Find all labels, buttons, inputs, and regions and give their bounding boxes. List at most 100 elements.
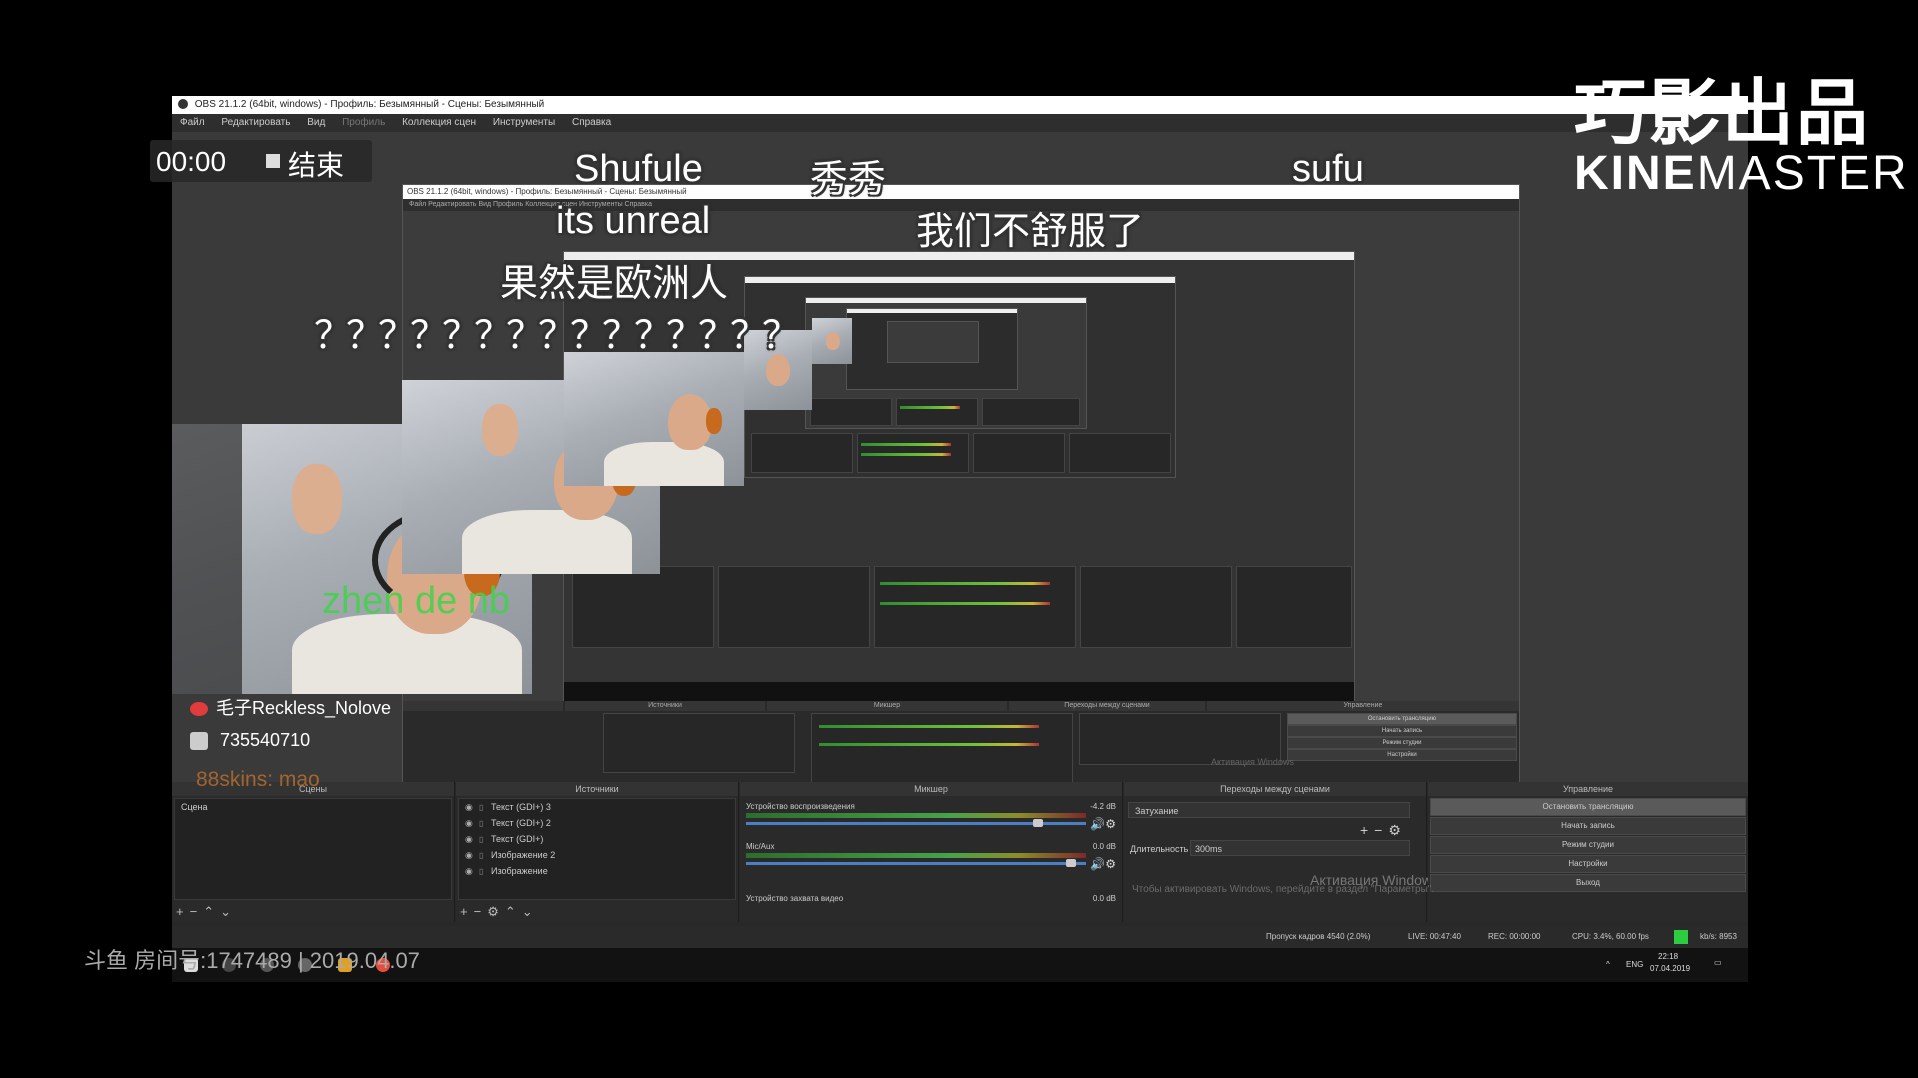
source-label: Изображение: [491, 866, 548, 876]
tray-chevron-icon[interactable]: ^: [1606, 960, 1610, 969]
transitions-dock: Переходы между сценами Затухание +−⚙ Дли…: [1124, 782, 1439, 922]
room-info: 斗鱼 房间号:1747489 | 2019.04.07: [84, 948, 420, 973]
mixer-track: Устройство захвата видео 0.0 dB: [746, 894, 1116, 908]
sources-dock: Источники ◉ ▯ Текст (GDI+) 3 ◉ ▯ Текст (GDI+…: [456, 782, 739, 922]
eye-icon[interactable]: ◉: [465, 831, 475, 847]
menu-view[interactable]: Вид: [307, 117, 325, 128]
controls-dock: Управление Остановить трансляцию Начать …: [1132, 782, 1748, 922]
end-recording-button[interactable]: 结束: [288, 144, 344, 184]
danmaku-comment: 果然是欧洲人: [500, 263, 729, 305]
duration-input[interactable]: 300ms: [1190, 840, 1410, 856]
menu-scene-collection[interactable]: Коллекция сцен: [402, 117, 476, 128]
watermark-brand-cn: 巧影出品: [1574, 74, 1871, 154]
source-label: Текст (GDI+) 2: [491, 818, 551, 828]
transition-toolbar[interactable]: +−⚙: [1360, 822, 1407, 839]
cpu-usage: CPU: 3.4%, 60.00 fps: [1572, 932, 1649, 941]
tray-date: 07.04.2019: [1650, 964, 1691, 973]
source-label: Изображение 2: [491, 850, 556, 860]
gear-icon[interactable]: ⚙: [487, 904, 505, 919]
recording-time: 00:00: [156, 146, 227, 177]
eye-icon[interactable]: ◉: [465, 815, 475, 831]
menu-profile[interactable]: Профиль: [342, 117, 385, 128]
mixer-dock: Микшер Устройство воспроизведения -4.2 d…: [740, 782, 1123, 922]
source-item[interactable]: ◉ ▯ Изображение: [459, 863, 735, 879]
lock-icon[interactable]: ▯: [479, 848, 487, 864]
danmaku-comment: ？？？？？？？？？？？？？？？: [314, 315, 800, 357]
eye-icon[interactable]: ◉: [465, 863, 475, 879]
chat-overlay-text: zhen de nb: [322, 580, 511, 622]
start-recording-button[interactable]: Начать запись: [1430, 817, 1746, 835]
scenes-dock: Сцены Сцена +−⌃⌄: [172, 782, 455, 922]
eye-icon[interactable]: ◉: [465, 799, 475, 815]
menu-bar: Файл Редактировать Вид Профиль Коллекция…: [172, 114, 1748, 132]
add-icon[interactable]: +: [460, 904, 474, 919]
track-db: 0.0 dB: [1092, 842, 1116, 851]
scenes-toolbar: +−⌃⌄: [176, 904, 237, 920]
webcam-image-small: [564, 352, 744, 486]
sources-toolbar: +−⚙⌃⌄: [460, 904, 539, 920]
menu-tools[interactable]: Инструменты: [493, 117, 555, 128]
rec-time: REC: 00:00:00: [1488, 932, 1541, 941]
watermark-kinemaster: KINEMASTER: [1574, 146, 1909, 201]
transitions-title: Переходы между сценами: [1124, 782, 1426, 796]
remove-icon[interactable]: −: [474, 904, 488, 919]
danmaku-comment: 秀秀: [810, 159, 887, 201]
obs-titlebar: OBS 21.1.2 (64bit, windows) - Профиль: Б…: [172, 96, 1748, 114]
stop-icon[interactable]: [266, 154, 280, 168]
exit-button[interactable]: Выход: [1430, 874, 1746, 892]
speaker-icon[interactable]: 🔊⚙: [1090, 817, 1116, 831]
volume-knob[interactable]: [1033, 819, 1043, 827]
eye-icon[interactable]: ◉: [465, 847, 475, 863]
notification-icon[interactable]: ▭: [1714, 958, 1722, 967]
source-label: Текст (GDI+): [491, 834, 544, 844]
lock-icon[interactable]: ▯: [479, 800, 487, 816]
volume-knob[interactable]: [1066, 859, 1076, 867]
danmaku-comment: 我们不舒服了: [916, 211, 1145, 253]
move-up-icon[interactable]: ⌃: [505, 904, 522, 919]
danmaku-comment: its unreal: [556, 200, 711, 242]
activation-subtitle: Чтобы активировать Windows, перейдите в …: [1132, 884, 1435, 895]
menu-edit[interactable]: Редактировать: [221, 117, 290, 128]
add-icon[interactable]: +: [176, 904, 190, 919]
source-item[interactable]: ◉ ▯ Текст (GDI+) 2: [459, 815, 735, 831]
scene-item[interactable]: Сцена: [175, 799, 451, 815]
lock-icon[interactable]: ▯: [479, 832, 487, 848]
transition-select[interactable]: Затухание: [1128, 802, 1410, 818]
lock-icon[interactable]: ▯: [479, 864, 487, 880]
studio-mode-button[interactable]: Режим студии: [1430, 836, 1746, 854]
streamer-id: 735540710: [190, 730, 310, 751]
live-time: LIVE: 00:47:40: [1408, 932, 1461, 941]
watermark-master: MASTER: [1696, 147, 1909, 200]
source-item[interactable]: ◉ ▯ Изображение 2: [459, 847, 735, 863]
source-item[interactable]: ◉ ▯ Текст (GDI+): [459, 831, 735, 847]
stop-streaming-button[interactable]: Остановить трансляцию: [1430, 798, 1746, 816]
scenes-list: Сцена: [174, 798, 452, 900]
volume-slider[interactable]: [746, 862, 1086, 865]
speaker-icon[interactable]: 🔊⚙: [1090, 857, 1116, 871]
sources-title: Источники: [456, 782, 738, 796]
streamer-id-text: 735540710: [220, 730, 311, 750]
mixer-track: Mic/Aux 0.0 dB 🔊⚙: [746, 842, 1116, 871]
menu-file[interactable]: Файл: [180, 117, 205, 128]
remove-icon[interactable]: −: [190, 904, 204, 919]
nested-docks: Источники Микшер Переходы между сценами …: [403, 701, 1519, 791]
track-db: -4.2 dB: [1090, 802, 1116, 811]
sources-list: ◉ ▯ Текст (GDI+) 3 ◉ ▯ Текст (GDI+) 2 ◉ ▯ Текс…: [458, 798, 736, 900]
settings-button[interactable]: Настройки: [1430, 855, 1746, 873]
move-down-icon[interactable]: ⌄: [220, 904, 237, 919]
lock-icon[interactable]: ▯: [479, 816, 487, 832]
move-up-icon[interactable]: ⌃: [203, 904, 220, 919]
avatar: [190, 732, 208, 751]
menu-help[interactable]: Справка: [572, 117, 611, 128]
move-down-icon[interactable]: ⌄: [522, 904, 539, 919]
source-item[interactable]: ◉ ▯ Текст (GDI+) 3: [459, 799, 735, 815]
duration-label: Длительность: [1130, 844, 1189, 854]
mixer-track: Устройство воспроизведения -4.2 dB 🔊⚙: [746, 802, 1116, 831]
watermark-kine: KINE: [1574, 147, 1697, 200]
track-name: Mic/Aux: [746, 842, 775, 851]
danmaku-comment: sufu: [1292, 148, 1364, 190]
source-label: Текст (GDI+) 3: [491, 802, 551, 812]
tray-lang[interactable]: ENG: [1626, 960, 1643, 969]
tray-time: 22:18: [1658, 952, 1679, 961]
recording-badge: 00:00 结束: [150, 140, 372, 182]
